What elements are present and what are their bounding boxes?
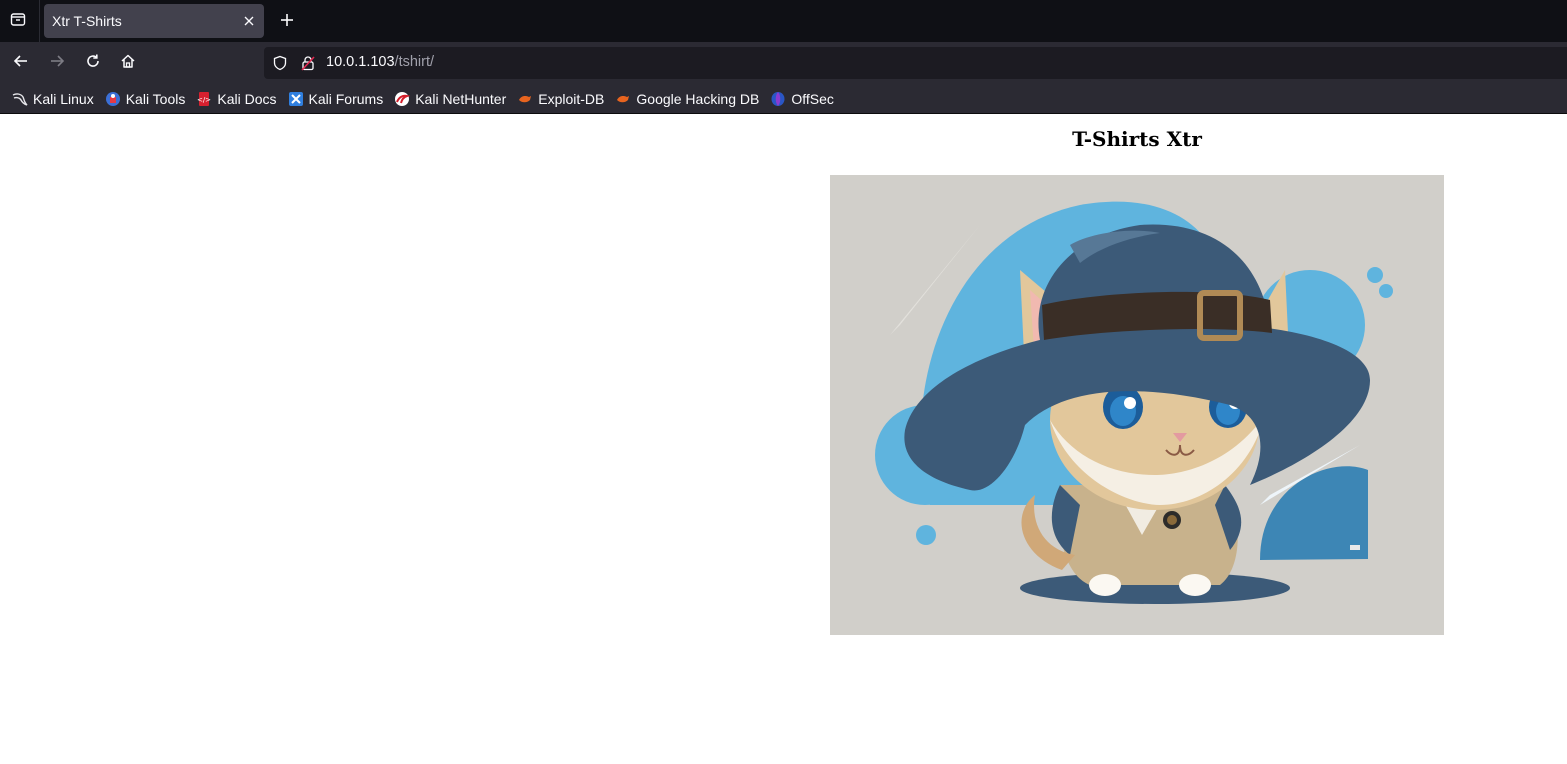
close-icon [243, 12, 255, 31]
bookmark-google-hacking-db[interactable]: Google Hacking DB [611, 87, 763, 111]
url-path: /tshirt/ [394, 54, 435, 70]
offsec-icon [770, 91, 786, 107]
bookmark-label: Kali NetHunter [415, 90, 507, 107]
tab-list-icon [10, 11, 26, 31]
home-button[interactable] [113, 49, 143, 77]
insecure-lock-icon[interactable] [299, 54, 317, 72]
ghdb-icon [615, 91, 631, 107]
bookmark-kali-nethunter[interactable]: Kali NetHunter [390, 87, 510, 111]
bookmark-exploit-db[interactable]: Exploit-DB [513, 87, 608, 111]
bookmarks-toolbar: Kali Linux Kali Tools </> Kali Docs Kali… [0, 84, 1567, 114]
navigation-toolbar: 10.0.1.103/tshirt/ [0, 42, 1567, 84]
url-bar[interactable]: 10.0.1.103/tshirt/ [264, 47, 1567, 79]
tab-strip: Xtr T-Shirts [0, 0, 1567, 42]
bookmark-label: Google Hacking DB [636, 90, 760, 107]
bookmark-offsec[interactable]: OffSec [766, 87, 838, 111]
product-image-kitten [830, 175, 1444, 635]
bookmark-kali-tools[interactable]: Kali Tools [101, 87, 190, 111]
bookmark-label: OffSec [791, 90, 834, 107]
forward-button[interactable] [42, 49, 72, 77]
svg-text:</>: </> [197, 96, 211, 104]
kali-forums-icon [288, 91, 304, 107]
arrow-left-icon [13, 53, 29, 73]
bookmark-kali-docs[interactable]: </> Kali Docs [192, 87, 280, 111]
arrow-right-icon [49, 53, 65, 73]
kali-nethunter-icon [394, 91, 411, 107]
tab-list-button[interactable] [0, 0, 36, 42]
kali-tools-icon [105, 91, 121, 107]
bookmark-kali-linux[interactable]: Kali Linux [8, 87, 98, 111]
bookmark-kali-forums[interactable]: Kali Forums [284, 87, 388, 111]
exploit-db-icon [517, 91, 533, 107]
kali-docs-icon: </> [196, 91, 212, 107]
home-icon [120, 53, 136, 73]
bookmark-label: Exploit-DB [538, 90, 605, 107]
url-host: 10.0.1.103 [326, 54, 395, 70]
tracking-protection-shield-icon[interactable] [271, 54, 289, 72]
new-tab-button[interactable] [274, 7, 300, 35]
reload-icon [85, 53, 101, 73]
tab-active[interactable]: Xtr T-Shirts [44, 4, 264, 38]
tab-close-button[interactable] [234, 4, 264, 38]
tab-separator [39, 0, 40, 42]
bookmark-label: Kali Forums [308, 90, 384, 107]
bookmark-label: Kali Docs [217, 90, 277, 107]
page-content: T-Shirts Xtr [0, 115, 1567, 764]
kali-dragon-icon [12, 91, 28, 107]
url-text[interactable]: 10.0.1.103/tshirt/ [326, 54, 434, 70]
bookmark-label: Kali Tools [125, 90, 186, 107]
page-title: T-Shirts Xtr [1072, 127, 1202, 151]
tab-title: Xtr T-Shirts [52, 13, 122, 29]
back-button[interactable] [6, 49, 36, 77]
reload-button[interactable] [78, 49, 108, 77]
bookmark-label: Kali Linux [33, 90, 94, 107]
plus-icon [280, 12, 294, 31]
